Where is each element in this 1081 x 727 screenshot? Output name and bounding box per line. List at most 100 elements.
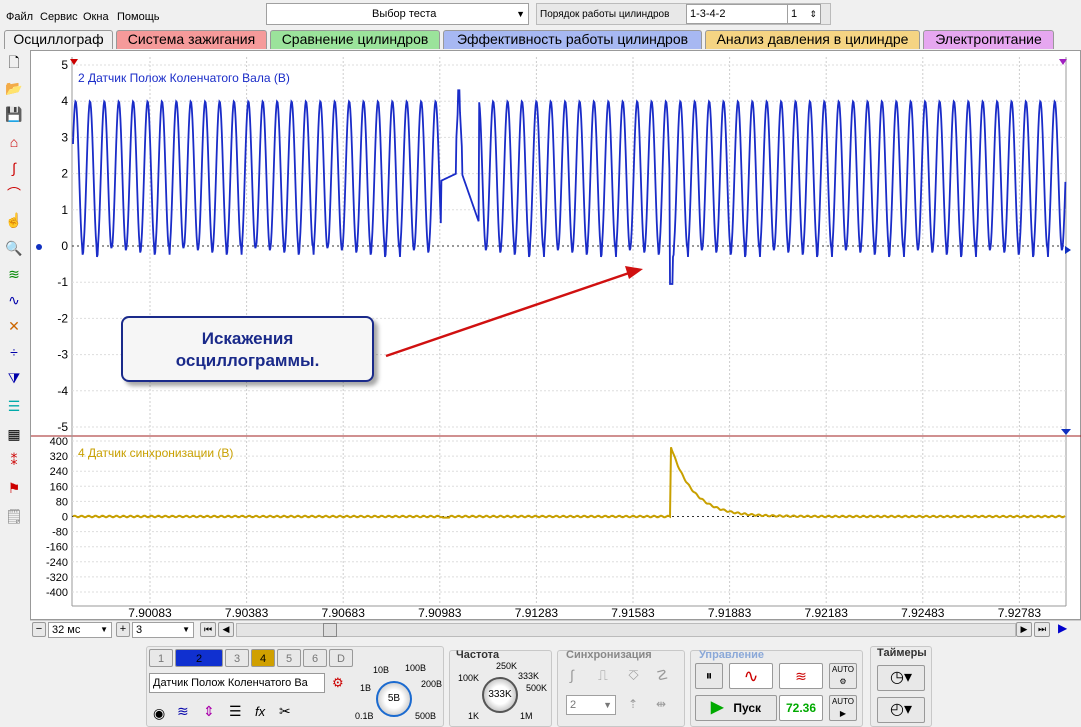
grid-lines-icon[interactable]: ☰: [229, 703, 242, 720]
pause-button[interactable]: ⏸: [695, 663, 723, 689]
chevron-down-icon: ▼: [603, 700, 612, 710]
x-tick-label: 7.90983: [418, 606, 462, 620]
chevron-down-icon: ▼: [516, 9, 525, 19]
new-file-icon[interactable]: 🗋: [4, 52, 24, 72]
sync-channel-select[interactable]: 2 ▼: [566, 695, 616, 715]
trigger-icon[interactable]: ∫: [4, 158, 24, 178]
cursor-icon[interactable]: ⌒: [4, 184, 24, 204]
timer2-button[interactable]: ◴▾: [877, 697, 925, 723]
wave-mode-icon[interactable]: ≋: [177, 703, 189, 720]
zoom-icon[interactable]: 🔍: [4, 238, 24, 258]
y-tick-label: 80: [56, 496, 68, 508]
layers-icon[interactable]: ☰: [4, 396, 24, 416]
sine-button[interactable]: ∿: [729, 663, 773, 689]
zoom-select[interactable]: 3 ▼: [132, 622, 194, 638]
distortion-callout: Искажения осциллограммы.: [121, 316, 374, 382]
test-select[interactable]: Выбор теста ▼: [266, 3, 529, 25]
tab-oscilloscope[interactable]: Осциллограф: [4, 30, 113, 49]
trace1-title: 2 Датчик Полож Коленчатого Вала (В): [78, 71, 290, 85]
scroll-thumb[interactable]: [323, 623, 337, 637]
channel-5-button[interactable]: 5: [277, 649, 301, 667]
last-page-button[interactable]: ⏭: [1034, 622, 1050, 637]
prev-button[interactable]: ◀: [218, 622, 234, 637]
invert-icon[interactable]: ⇕: [203, 703, 215, 720]
cross-wave-icon[interactable]: ✕: [4, 316, 24, 336]
sync-lr-icon[interactable]: ⇹: [656, 697, 666, 711]
zoom-out-button[interactable]: −: [32, 622, 46, 637]
y-tick-label: -4: [57, 384, 68, 398]
y-tick-label: 2: [61, 167, 68, 181]
marker-icon[interactable]: ⁑: [4, 450, 24, 470]
tab-cyl-compare[interactable]: Сравнение цилиндров: [270, 30, 440, 49]
play-icon[interactable]: ▶: [1058, 621, 1067, 635]
cyl-spinner[interactable]: 1 ⇕: [787, 4, 821, 24]
scale-200v: 200В: [421, 679, 443, 689]
save-icon[interactable]: 💾: [4, 104, 24, 124]
channel-4-button[interactable]: 4: [251, 649, 275, 667]
sync-up-icon[interactable]: ⇡: [628, 697, 638, 711]
auto-play-button[interactable]: AUTO ▶: [829, 695, 857, 721]
chevron-down-icon: ▼: [182, 625, 190, 634]
y-tick-label: 240: [50, 466, 68, 478]
x-tick-label: 7.91583: [611, 606, 655, 620]
channel-2-button[interactable]: 2: [175, 649, 223, 667]
pointer-arrowhead: [625, 266, 643, 279]
noise-button[interactable]: ≋: [779, 663, 823, 689]
cyl-spinner-value: 1: [791, 8, 798, 20]
table-icon[interactable]: ▦: [4, 424, 24, 444]
menu-windows[interactable]: Окна: [83, 11, 109, 23]
sync-rise-icon[interactable]: ∫: [570, 667, 574, 683]
split-icon[interactable]: ÷: [4, 342, 24, 362]
note-icon[interactable]: 🗒: [4, 506, 24, 526]
tools-icon[interactable]: ✂: [279, 703, 291, 720]
sync-value: 2: [570, 699, 577, 711]
menu-help[interactable]: Помощь: [117, 11, 160, 23]
y-tick-label: -320: [46, 572, 68, 584]
tab-power[interactable]: Электропитание: [923, 30, 1054, 49]
first-page-button[interactable]: ⏮: [200, 622, 216, 637]
time-select[interactable]: 32 мс ▼: [48, 622, 112, 638]
channel-6-button[interactable]: 6: [303, 649, 327, 667]
freq-100k: 100K: [458, 673, 480, 683]
timer1-button[interactable]: ◷▾: [877, 665, 925, 691]
channel-1-button[interactable]: 1: [149, 649, 173, 667]
filter-icon[interactable]: ⧩: [4, 368, 24, 388]
sync-auto-icon[interactable]: ☡: [656, 667, 669, 684]
y-tick-label: 5: [61, 58, 68, 72]
flag-icon[interactable]: ⚑: [4, 478, 24, 498]
horizontal-scrollbar[interactable]: [236, 623, 1016, 637]
hand-icon[interactable]: ☝: [4, 210, 24, 230]
tab-cyl-efficiency[interactable]: Эффективность работы цилиндров: [443, 30, 702, 49]
y-tick-label: 0: [61, 239, 68, 253]
sensor-settings-icon[interactable]: ⚙: [332, 675, 344, 691]
sensor-field[interactable]: Датчик Полож Коленчатого Ва: [149, 673, 325, 693]
control-panel: 1 2 3 4 5 6 D Датчик Полож Коленчатого В…: [0, 640, 1081, 727]
time-value: 32 мс: [52, 624, 81, 636]
y-tick-label: -5: [57, 420, 68, 434]
menu-file[interactable]: Файл: [6, 11, 33, 23]
eye-icon[interactable]: ◉: [153, 705, 165, 722]
start-button[interactable]: ▶ Пуск: [695, 695, 777, 721]
scale-dial[interactable]: 5В: [376, 681, 412, 717]
open-folder-icon[interactable]: 📂: [4, 78, 24, 98]
function-icon[interactable]: fx: [255, 704, 265, 719]
next-button[interactable]: ▶: [1016, 622, 1032, 637]
menu-service[interactable]: Сервис: [40, 11, 78, 23]
auto-button[interactable]: AUTO ⚙: [829, 663, 857, 689]
play-icon: ▶: [711, 699, 724, 716]
wave2-icon[interactable]: ∿: [4, 290, 24, 310]
tab-ignition[interactable]: Система зажигания: [116, 30, 267, 49]
sync-fall-icon[interactable]: ⎏: [628, 667, 639, 684]
scale-01v: 0.1В: [355, 711, 374, 721]
zoom-in-button[interactable]: +: [116, 622, 130, 637]
wave-icon[interactable]: ≋: [4, 264, 24, 284]
x-tick-label: 7.91883: [708, 606, 752, 620]
left-toolbar: 🗋 📂 💾 ⌂ ∫ ⌒ ☝ 🔍 ≋ ∿ ✕ ÷ ⧩ ☰ ▦ ⁑ ⚑ 🗒: [0, 50, 30, 620]
channel-d-button[interactable]: D: [329, 649, 353, 667]
tab-pressure[interactable]: Анализ давления в цилиндре: [705, 30, 920, 49]
frequency-dial[interactable]: 333K: [482, 677, 518, 713]
channel-3-button[interactable]: 3: [225, 649, 249, 667]
sync-edge-icon[interactable]: ⎍: [598, 667, 608, 684]
y-tick-label: 1: [61, 203, 68, 217]
auto-icon[interactable]: ⌂: [4, 132, 24, 152]
